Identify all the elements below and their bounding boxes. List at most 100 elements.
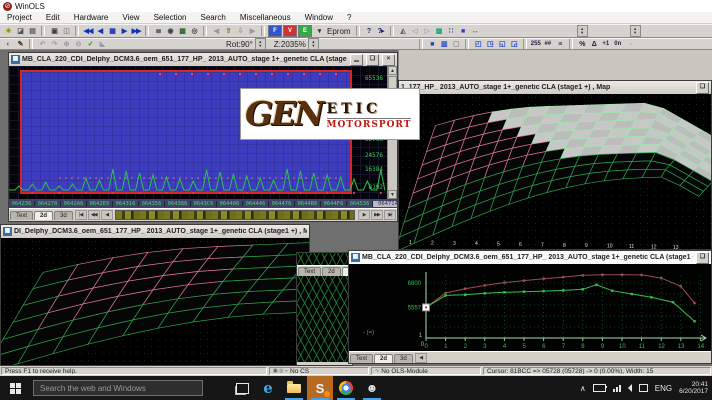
delta-icon[interactable]: Δ	[588, 39, 600, 50]
map-window-active[interactable]: ▦ MB_CLA_220_CDI_Delphy_DCM3.6_oem_651_1…	[348, 250, 712, 364]
tab-text[interactable]: Text	[10, 211, 33, 220]
sound-icon[interactable]: ◣	[96, 39, 108, 50]
context-help-icon[interactable]: ?▸	[375, 26, 387, 37]
value-hex-icon[interactable]: ##	[542, 39, 554, 50]
view-e-icon[interactable]: E	[298, 25, 312, 37]
chrome-app-button[interactable]	[333, 376, 359, 400]
value-255-icon[interactable]: 255	[530, 39, 542, 50]
clock[interactable]: 20:41 6/20/2017	[679, 381, 708, 395]
tray-expand-chevron[interactable]: ∧	[580, 384, 586, 393]
close-button[interactable]: ×	[382, 54, 395, 66]
minimize-button[interactable]: ▁	[350, 54, 363, 66]
prev-version-icon[interactable]: ◀	[94, 26, 106, 37]
menu-window[interactable]: Window	[298, 13, 340, 22]
map-list-icon[interactable]: ≣	[152, 26, 164, 37]
window-titlebar[interactable]: ▦ DI_Delphy_DCM3.6_oem_651_177_HP_ 2013_…	[1, 225, 309, 238]
map-window-behind[interactable]: Text2d3d	[296, 252, 353, 366]
forward-icon[interactable]: ▶	[246, 26, 258, 37]
view-text-icon[interactable]: ▢	[450, 39, 462, 50]
map-3d-view[interactable]: 12345678910111213	[399, 94, 711, 249]
corner-topright-icon[interactable]: ◳	[484, 39, 496, 50]
colors-icon[interactable]: ▩	[433, 26, 445, 37]
back-icon[interactable]: ◀	[210, 26, 222, 37]
tab-2d[interactable]: 2d	[322, 267, 341, 276]
window-titlebar[interactable]: ▦ MB_CLA_220_CDI_Delphy_DCM3.6_oem_651_1…	[349, 251, 711, 264]
restore-button[interactable]: ❏	[366, 54, 379, 66]
map-next-icon[interactable]: ▷	[421, 26, 433, 37]
print-icon[interactable]: ▤	[26, 26, 38, 37]
nav-fast-back-button[interactable]: ◀◀	[88, 210, 100, 220]
window-titlebar[interactable]: 1_177_HP_ 2013_AUTO_stage 1+_genetic CLA…	[399, 81, 711, 94]
network-icon[interactable]	[613, 385, 621, 392]
map-window-bottom-left[interactable]: ▦ DI_Delphy_DCM3.6_oem_651_177_HP_ 2013_…	[0, 224, 310, 366]
nav-back-button[interactable]: ◀	[415, 353, 427, 363]
zoom-spinner[interactable]: ▲▼	[308, 38, 319, 50]
battery-icon[interactable]	[593, 384, 606, 392]
search-maps-icon[interactable]: ◉	[164, 26, 176, 37]
help-icon[interactable]: ?	[363, 26, 375, 37]
eprom-selector-label[interactable]: Eprom	[327, 27, 351, 36]
start-button[interactable]	[0, 376, 30, 400]
spinner-1[interactable]: ▲▼	[577, 25, 588, 37]
window-titlebar[interactable]: ▦ MB_CLA_220_CDI_Delphy_DCM3.6_oem_651_1…	[9, 53, 397, 66]
preview-icon[interactable]: ◐	[2, 39, 14, 50]
corner-topleft-icon[interactable]: ◰	[472, 39, 484, 50]
edge-app-button[interactable]: e	[255, 376, 281, 400]
view-3d-icon[interactable]: ▥	[438, 39, 450, 50]
menu-edit[interactable]: Edit	[39, 13, 67, 22]
map-wizard-icon[interactable]: ◭	[397, 26, 409, 37]
corner-bottomright-icon[interactable]: ◲	[508, 39, 520, 50]
nav-last-button[interactable]: ▶|	[384, 210, 396, 220]
menu-hardware[interactable]: Hardware	[67, 13, 116, 22]
view-v-icon[interactable]: V	[283, 25, 297, 37]
edit-pen-icon[interactable]: ✎	[14, 39, 26, 50]
tab-text[interactable]: Text	[298, 267, 321, 276]
new-project-icon[interactable]: ✳	[2, 26, 14, 37]
contacts-app-button[interactable]: ☻	[359, 376, 385, 400]
menu-help[interactable]: ?	[340, 13, 358, 22]
selection-box-icon[interactable]: ■	[457, 26, 469, 37]
menu-selection[interactable]: Selection	[147, 13, 194, 22]
action-center-icon[interactable]	[639, 384, 648, 392]
restore-button[interactable]: ❏	[696, 252, 709, 264]
undo-icon[interactable]: ↶	[36, 39, 48, 50]
scroll-up-button[interactable]: ▲	[388, 66, 397, 75]
rotation-spinner[interactable]: ▲▼	[255, 38, 266, 50]
nav-fast-forward-button[interactable]: ▶▶	[371, 210, 383, 220]
zoom-out-icon[interactable]: ⊖	[72, 39, 84, 50]
file-explorer-button[interactable]	[281, 376, 307, 400]
volume-icon[interactable]	[628, 384, 632, 392]
skype-app-button[interactable]: S	[307, 376, 333, 400]
first-version-icon[interactable]: ◀◀	[82, 26, 94, 37]
zero-based-icon[interactable]: 0n	[612, 39, 624, 50]
map-pack-icon[interactable]: ▩	[176, 26, 188, 37]
taskbar-search-input[interactable]: Search the web and Windows	[33, 380, 203, 396]
tab-3d[interactable]: 3d	[54, 211, 73, 220]
menu-miscellaneous[interactable]: Miscellaneous	[233, 13, 298, 22]
view-2d-icon[interactable]: ■	[426, 39, 438, 50]
app-titlebar[interactable]: ⊘ WinOLS	[0, 0, 712, 12]
percent-icon[interactable]: %	[576, 39, 588, 50]
menu-view[interactable]: View	[115, 13, 146, 22]
next-version-icon[interactable]: ▶	[118, 26, 130, 37]
split-window-icon[interactable]: ◫	[60, 26, 72, 37]
view-f-icon[interactable]: F	[268, 25, 282, 37]
restore-button[interactable]: ❏	[696, 82, 709, 94]
menu-project[interactable]: Project	[0, 13, 39, 22]
menu-search[interactable]: Search	[194, 13, 233, 22]
tab-2d[interactable]: 2d	[374, 354, 393, 363]
import-icon[interactable]: ⇧	[222, 26, 234, 37]
version-overview-icon[interactable]: ▦	[106, 26, 118, 37]
task-view-button[interactable]	[229, 376, 255, 400]
corner-bottomleft-icon[interactable]: ◱	[496, 39, 508, 50]
tab-2d[interactable]: 2d	[34, 211, 53, 220]
nav-back-button[interactable]: ◀	[101, 210, 113, 220]
tab-3d[interactable]: 3d	[394, 354, 413, 363]
scroll-down-button[interactable]: ▼	[388, 190, 397, 199]
spinner-2[interactable]: ▲▼	[630, 25, 641, 37]
nav-first-button[interactable]: |◀	[75, 210, 87, 220]
export-icon[interactable]: ⇩	[234, 26, 246, 37]
search-icon[interactable]: ◎	[188, 26, 200, 37]
map-2d-view[interactable]: 012345678910111213146800555710- (=)	[349, 264, 711, 351]
hexdump-minimap-strip[interactable]	[115, 210, 355, 220]
